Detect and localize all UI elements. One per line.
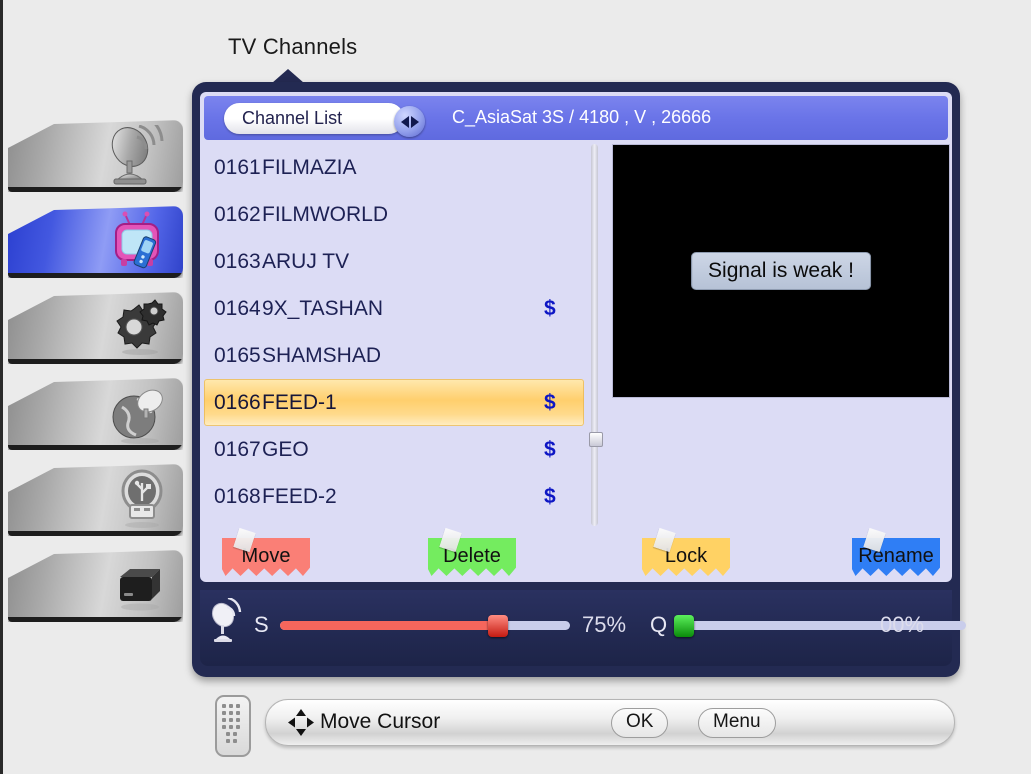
channel-name: SHAMSHAD xyxy=(262,344,382,367)
left-right-arrows-icon[interactable] xyxy=(394,106,425,137)
scrambled-icon: $ xyxy=(544,391,556,414)
channel-list-label: Channel List xyxy=(242,108,343,128)
channel-row[interactable]: 0164 9X_TASHAN $ xyxy=(204,285,584,332)
channel-row[interactable]: 0167 GEO $ xyxy=(204,426,584,473)
page-title: TV Channels xyxy=(228,34,358,59)
help-bar-area: Move Cursor OK Menu xyxy=(205,693,960,757)
set-top-box-icon xyxy=(101,552,175,620)
channel-list-scrollbar-thumb[interactable] xyxy=(589,432,603,447)
channel-name: FILMAZIA xyxy=(262,156,357,179)
ok-button[interactable]: OK xyxy=(611,708,669,738)
channel-number: 0163 xyxy=(214,250,261,273)
sidebar-item-installation[interactable] xyxy=(8,120,183,192)
help-hint: Move Cursor xyxy=(320,710,441,733)
panel-header: Channel List C_AsiaSat 3S / 4180 , V , 2… xyxy=(204,96,948,140)
signal-strength-knob[interactable] xyxy=(487,615,508,637)
transponder-info: C_AsiaSat 3S / 4180 , V , 26666 xyxy=(452,107,712,127)
action-label: Lock xyxy=(664,545,708,567)
sidebar-item-tv-channels[interactable] xyxy=(8,206,183,278)
title-pointer xyxy=(272,69,304,83)
dpad-arrows-icon xyxy=(288,709,314,736)
screen-left-edge xyxy=(0,0,3,774)
channel-row[interactable]: 0163 ARUJ TV xyxy=(204,238,584,285)
sidebar-item-usb[interactable] xyxy=(8,464,183,536)
channel-row[interactable]: 0166 FEED-1 $ xyxy=(204,379,584,426)
channel-name: FEED-1 xyxy=(262,391,337,414)
channel-row[interactable]: 0161 FILMAZIA xyxy=(204,144,584,191)
scrambled-icon: $ xyxy=(544,438,556,461)
channel-number: 0162 xyxy=(214,203,261,226)
scrambled-icon: $ xyxy=(544,485,556,508)
sidebar-item-network[interactable] xyxy=(8,378,183,450)
channel-name: FILMWORLD xyxy=(262,203,388,226)
signal-quality-value: 00% xyxy=(880,612,925,637)
tv-remote-icon xyxy=(101,208,175,276)
gears-icon xyxy=(101,294,175,362)
globe-dish-icon xyxy=(101,380,175,448)
remote-keys xyxy=(222,704,244,743)
channel-number: 0167 xyxy=(214,438,261,461)
signal-quality-knob[interactable] xyxy=(674,615,694,637)
channel-name: FEED-2 xyxy=(262,485,337,508)
channel-number: 0166 xyxy=(214,391,261,414)
lock-button[interactable]: Lock xyxy=(642,527,730,576)
usb-drive-icon xyxy=(101,466,175,534)
channel-number: 0165 xyxy=(214,344,261,367)
signal-quality-letter: Q xyxy=(650,612,668,637)
video-preview: Signal is weak ! xyxy=(612,144,950,398)
tv-channels-panel: Channel List C_AsiaSat 3S / 4180 , V , 2… xyxy=(192,82,966,677)
signal-strength-letter: S xyxy=(254,612,269,637)
move-button[interactable]: Move xyxy=(222,527,310,576)
remote-control-icon xyxy=(215,695,251,757)
channel-name: ARUJ TV xyxy=(262,250,350,273)
panel-content: Channel List C_AsiaSat 3S / 4180 , V , 2… xyxy=(200,92,952,582)
signal-strength-fill xyxy=(280,621,498,630)
satellite-dish-icon xyxy=(101,122,175,190)
rename-button[interactable]: Rename xyxy=(852,527,940,576)
help-bar: Move Cursor OK Menu xyxy=(265,699,955,746)
channel-row[interactable]: 0162 FILMWORLD xyxy=(204,191,584,238)
channel-number: 0161 xyxy=(214,156,261,179)
channel-list-scrollbar-track[interactable] xyxy=(591,144,598,526)
action-buttons: Move Delete Lock Rename xyxy=(204,527,948,582)
menu-button[interactable]: Menu xyxy=(698,708,776,738)
sidebar-item-settings[interactable] xyxy=(8,292,183,364)
satellite-dish-icon xyxy=(208,596,252,646)
sidebar-item-receiver[interactable] xyxy=(8,550,183,622)
signal-meters: S 75% Q 00% xyxy=(200,590,966,666)
sidebar xyxy=(8,120,183,636)
scrambled-icon: $ xyxy=(544,297,556,320)
signal-weak-message: Signal is weak ! xyxy=(691,252,871,290)
channel-row[interactable]: 0168 FEED-2 $ xyxy=(204,473,584,520)
channel-list-selector[interactable]: Channel List xyxy=(224,103,425,137)
channel-name: 9X_TASHAN xyxy=(262,297,383,320)
channel-name: GEO xyxy=(262,438,309,461)
channel-list[interactable]: 0161 FILMAZIA 0162 FILMWORLD 0163 ARUJ TV 0164… xyxy=(204,144,584,529)
channel-number: 0168 xyxy=(214,485,261,508)
channel-row[interactable]: 0165 SHAMSHAD xyxy=(204,332,584,379)
screen: TV Channels Channel List C_AsiaSat 3S / … xyxy=(0,0,1031,774)
signal-strength-value: 75% xyxy=(582,612,627,637)
channel-number: 0164 xyxy=(214,297,261,320)
delete-button[interactable]: Delete xyxy=(428,527,516,576)
